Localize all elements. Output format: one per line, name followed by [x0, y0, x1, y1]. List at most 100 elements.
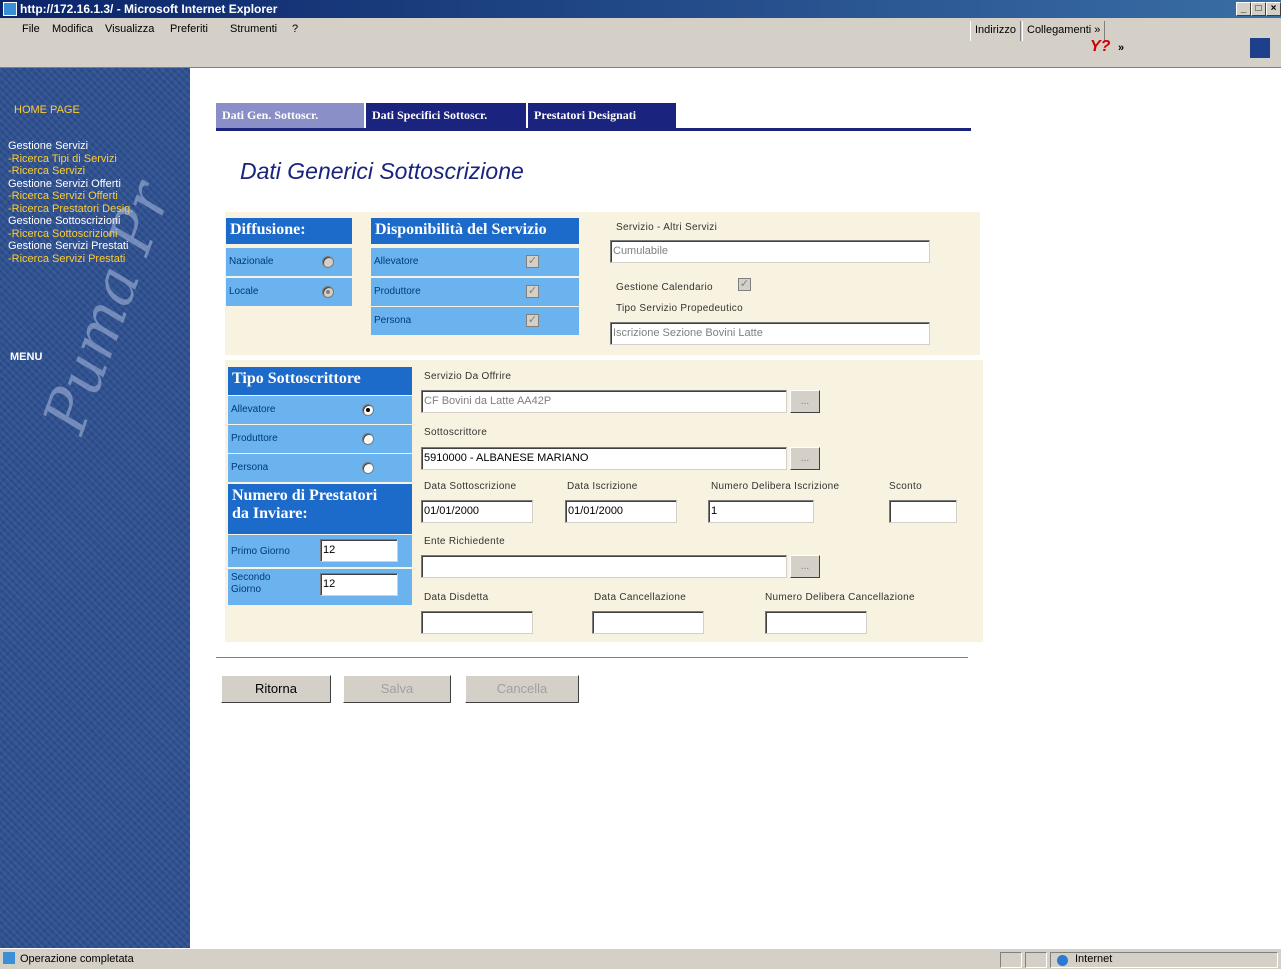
diffusione-row-locale: Locale — [226, 278, 352, 306]
tipo-label-allevatore: Allevatore — [231, 404, 276, 415]
data-sottoscrizione-label: Data Sottoscrizione — [424, 481, 517, 492]
tab-prestatori-designati[interactable]: Prestatori Designati — [528, 103, 676, 129]
diffusione-header: Diffusione: — [226, 218, 352, 244]
secondo-giorno-label: Secondo Giorno — [231, 572, 270, 596]
ritorna-button[interactable]: Ritorna — [221, 675, 331, 703]
checkbox-disp-allevatore[interactable]: ✓ — [526, 255, 539, 268]
divider — [216, 657, 968, 659]
sottoscrittore-lookup-button[interactable]: ... — [790, 447, 820, 470]
menu-modifica[interactable]: Modifica — [52, 23, 93, 35]
servizio-altri-field[interactable]: Cumulabile — [610, 240, 930, 263]
data-disdetta-field[interactable] — [421, 611, 533, 634]
numero-delibera-iscrizione-field[interactable]: 1 — [708, 500, 814, 523]
window-title-bar: http://172.16.1.3/ - Microsoft Internet … — [0, 0, 1281, 18]
maximize-button[interactable]: □ — [1251, 2, 1266, 16]
cancella-button[interactable]: Cancella — [465, 675, 579, 703]
ente-lookup-button[interactable]: ... — [790, 555, 820, 578]
yahoo-logo-icon[interactable]: Y? — [1090, 38, 1110, 56]
data-sottoscrizione-field[interactable]: 01/01/2000 — [421, 500, 533, 523]
data-iscrizione-field[interactable]: 01/01/2000 — [565, 500, 677, 523]
sottoscrittore-label: Sottoscrittore — [424, 427, 488, 438]
disponibilita-label-persona: Persona — [374, 315, 412, 326]
zone-text: Internet — [1075, 953, 1113, 965]
address-bar-label[interactable]: Indirizzo — [970, 21, 1021, 41]
status-cell-2 — [1025, 952, 1047, 968]
disponibilita-row-persona: Persona ✓ — [371, 307, 579, 335]
numero-prestatori-title-1: Numero di Prestatori — [232, 487, 378, 504]
sidebar-menu-label[interactable]: MENU — [10, 351, 42, 363]
ente-richiedente-label: Ente Richiedente — [424, 536, 505, 547]
diffusione-label-locale: Locale — [229, 286, 259, 297]
status-zone-cell: Internet — [1050, 952, 1278, 968]
radio-nazionale[interactable] — [322, 256, 334, 268]
menu-bar: File Modifica Visualizza Preferiti Strum… — [0, 18, 1281, 68]
diffusione-label-nazionale: Nazionale — [229, 256, 274, 267]
sidebar-head-servizi-offerti[interactable]: Gestione Servizi Offerti — [8, 178, 133, 191]
secondo-giorno-field[interactable]: 12 — [320, 573, 398, 596]
radio-allevatore[interactable] — [362, 404, 374, 416]
checkbox-disp-persona[interactable]: ✓ — [526, 314, 539, 327]
data-iscrizione-label: Data Iscrizione — [567, 481, 638, 492]
secondo-giorno-label-2: Giorno — [231, 584, 262, 595]
sidebar-link-ricerca-sottoscrizioni[interactable]: -Ricerca Sottoscrizioni — [8, 228, 133, 241]
sconto-field[interactable] — [889, 500, 957, 523]
tipo-row-produttore: Produttore — [228, 425, 412, 453]
chevron-more-icon[interactable]: » — [1118, 42, 1124, 54]
sidebar-nav: Gestione Servizi -Ricerca Tipi di Serviz… — [8, 140, 133, 265]
tipo-propedeutico-field[interactable]: Iscrizione Sezione Bovini Latte — [610, 322, 930, 345]
servizio-altri-label: Servizio - Altri Servizi — [616, 222, 718, 233]
radio-locale[interactable] — [322, 286, 334, 298]
data-cancellazione-label: Data Cancellazione — [594, 592, 687, 603]
disponibilita-row-allevatore: Allevatore ✓ — [371, 248, 579, 276]
checkbox-disp-produttore[interactable]: ✓ — [526, 285, 539, 298]
data-cancellazione-field[interactable] — [592, 611, 704, 634]
menu-preferiti[interactable]: Preferiti — [170, 23, 208, 35]
numero-delibera-cancellazione-field[interactable] — [765, 611, 867, 634]
tab-dati-generici[interactable]: Dati Gen. Sottoscr. — [216, 103, 364, 129]
minimize-button[interactable]: _ — [1236, 2, 1251, 16]
sidebar-head-gestione-servizi[interactable]: Gestione Servizi — [8, 140, 133, 153]
sottoscrittore-field[interactable]: 5910000 - ALBANESE MARIANO — [421, 447, 787, 470]
menu-visualizza[interactable]: Visualizza — [105, 23, 154, 35]
windows-logo-icon — [1250, 38, 1270, 58]
disponibilita-row-produttore: Produttore ✓ — [371, 278, 579, 306]
tipo-propedeutico-label: Tipo Servizio Propedeutico — [616, 303, 743, 314]
sconto-label: Sconto — [889, 481, 922, 492]
tab-dati-specifici[interactable]: Dati Specifici Sottoscr. — [366, 103, 526, 129]
servizio-da-offrire-label: Servizio Da Offrire — [424, 371, 512, 382]
servizio-lookup-button[interactable]: ... — [790, 390, 820, 413]
tipo-label-produttore: Produttore — [231, 433, 278, 444]
ente-richiedente-field[interactable] — [421, 555, 787, 578]
numero-delibera-iscrizione-label: Numero Delibera Iscrizione — [711, 481, 840, 492]
gestione-calendario-label: Gestione Calendario — [616, 282, 713, 293]
radio-persona[interactable] — [362, 462, 374, 474]
secondo-giorno-label-1: Secondo — [231, 572, 271, 583]
page-done-icon — [3, 952, 15, 964]
sidebar-link-ricerca-servizi[interactable]: -Ricerca Servizi — [8, 165, 133, 178]
menu-help[interactable]: ? — [292, 23, 298, 35]
diffusione-row-nazionale: Nazionale — [226, 248, 352, 276]
tipo-sottoscrittore-header: Tipo Sottoscrittore — [228, 367, 412, 395]
ie-icon — [3, 2, 17, 16]
close-button[interactable]: × — [1266, 2, 1281, 16]
status-cell-1 — [1000, 952, 1022, 968]
sidebar-head-sottoscrizioni[interactable]: Gestione Sottoscrizioni — [8, 215, 133, 228]
sidebar-home-link[interactable]: HOME PAGE — [14, 104, 80, 116]
tipo-label-persona: Persona — [231, 462, 269, 473]
menu-strumenti[interactable]: Strumenti — [230, 23, 277, 35]
radio-produttore[interactable] — [362, 433, 374, 445]
sidebar-link-ricerca-prestatori[interactable]: -Ricerca Prestatori Desig. — [8, 203, 133, 216]
sidebar-head-servizi-prestati[interactable]: Gestione Servizi Prestati — [8, 240, 133, 253]
sidebar-link-ricerca-tipi[interactable]: -Ricerca Tipi di Servizi — [8, 153, 133, 166]
page-title: Dati Generici Sottoscrizione — [240, 158, 524, 184]
servizio-da-offrire-field[interactable]: CF Bovini da Latte AA42P — [421, 390, 787, 413]
menu-file[interactable]: File — [22, 23, 40, 35]
sidebar-link-ricerca-offerti[interactable]: -Ricerca Servizi Offerti — [8, 190, 133, 203]
sidebar: Puma Pr HOME PAGE Gestione Servizi -Rice… — [0, 68, 190, 948]
checkbox-gestione-calendario[interactable]: ✓ — [738, 278, 751, 291]
salva-button[interactable]: Salva — [343, 675, 451, 703]
numero-prestatori-title-2: da Inviare: — [232, 505, 308, 522]
status-bar: Operazione completata Internet — [0, 948, 1281, 969]
primo-giorno-field[interactable]: 12 — [320, 539, 398, 562]
sidebar-link-ricerca-prestati[interactable]: -Ricerca Servizi Prestati — [8, 253, 133, 266]
